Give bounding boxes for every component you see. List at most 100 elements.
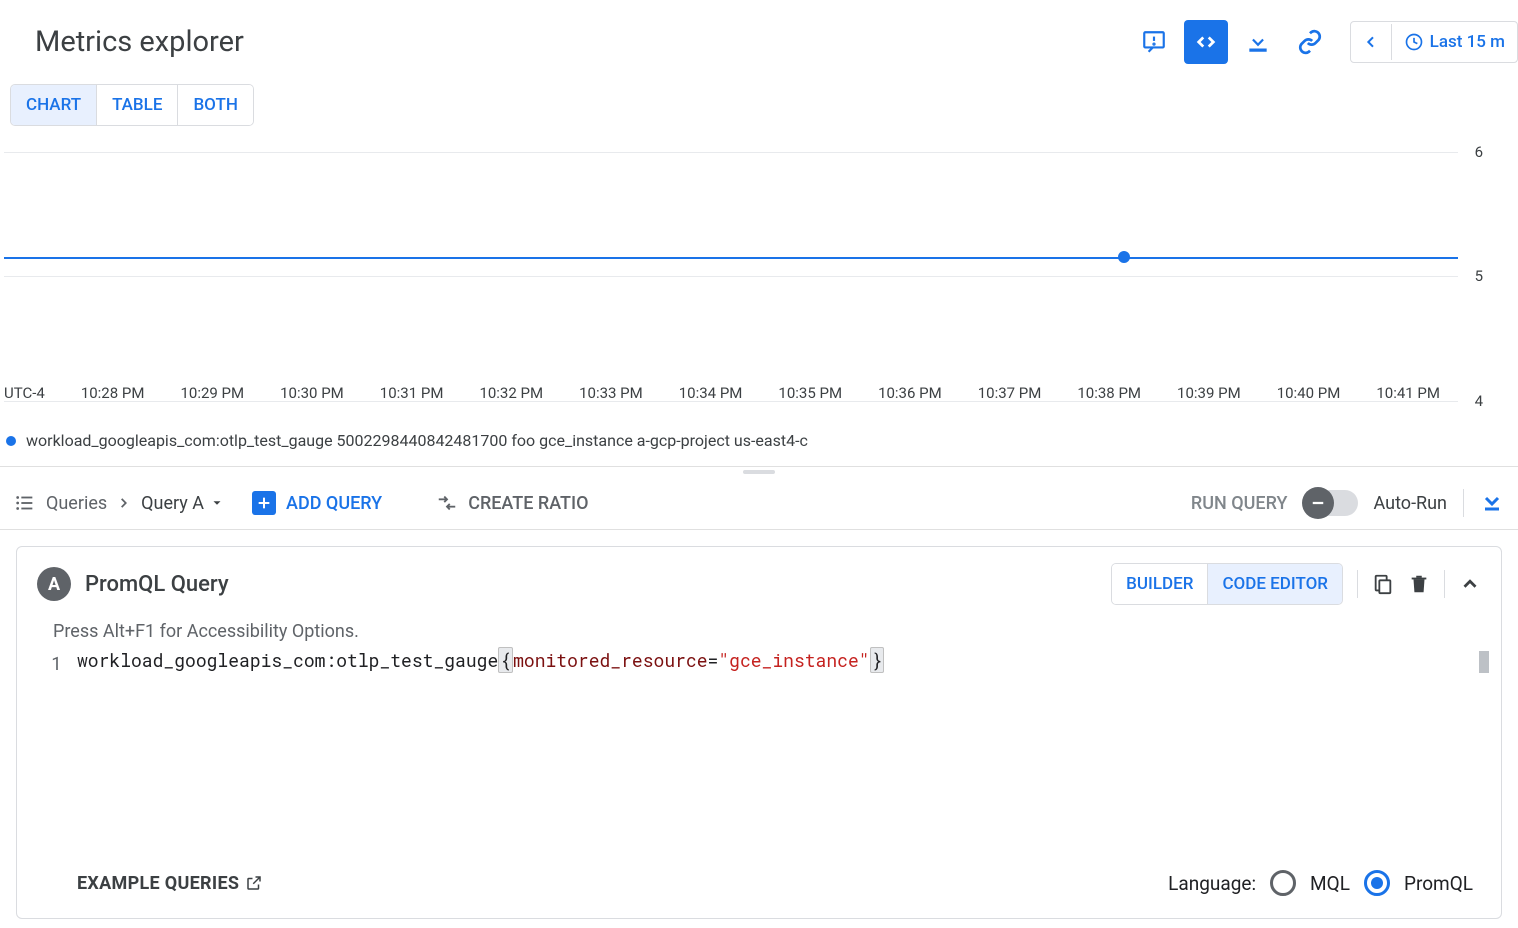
builder-mode-button[interactable]: BUILDER <box>1112 564 1208 604</box>
radio-mql-label: MQL <box>1310 872 1350 895</box>
view-toggle: CHART TABLE BOTH <box>10 84 254 126</box>
query-toolbar-right: RUN QUERY Auto-Run <box>1191 489 1504 517</box>
separator <box>1357 570 1358 598</box>
scroll-indicator <box>1479 651 1489 673</box>
brace-open: { <box>498 647 513 673</box>
time-prev-button[interactable] <box>1351 24 1392 60</box>
create-ratio-label: CREATE RATIO <box>468 493 588 514</box>
resize-handle[interactable] <box>0 467 1518 477</box>
chart-plot[interactable] <box>4 137 1458 387</box>
copy-icon <box>1372 573 1394 595</box>
example-queries-label: EXAMPLE QUERIES <box>77 873 239 894</box>
query-selector-label: Query A <box>141 493 204 514</box>
x-tick: 10:38 PM <box>1059 384 1159 402</box>
query-selector[interactable]: Query A <box>141 493 224 514</box>
view-toggle-row: CHART TABLE BOTH <box>0 84 1518 137</box>
language-picker: Language: MQL PromQL <box>1168 870 1473 896</box>
code-metric: workload_googleapis_com:otlp_test_gauge <box>77 648 498 672</box>
y-tick: 6 <box>1475 143 1483 161</box>
tab-table[interactable]: TABLE <box>97 85 178 125</box>
panel-title: PromQL Query <box>85 572 229 597</box>
x-tick: 10:32 PM <box>461 384 561 402</box>
accessibility-hint: Press Alt+F1 for Accessibility Options. <box>17 621 1501 648</box>
legend-swatch <box>6 436 16 446</box>
run-query-button[interactable]: RUN QUERY <box>1191 493 1288 514</box>
external-link-icon <box>245 874 263 892</box>
tab-chart[interactable]: CHART <box>11 85 97 125</box>
chevron-up-icon <box>1459 573 1481 595</box>
query-badge: A <box>37 567 71 601</box>
code-eq: = <box>708 648 719 672</box>
query-toolbar-left: Queries Query A ADD QUERY CREATE RATIO <box>14 491 589 515</box>
separator <box>1444 570 1445 598</box>
x-tick: 10:35 PM <box>760 384 860 402</box>
time-range-label: Last 15 m <box>1424 32 1505 52</box>
timezone-label: UTC-4 <box>4 384 63 402</box>
add-query-label: ADD QUERY <box>286 493 382 514</box>
tab-both[interactable]: BOTH <box>178 85 252 125</box>
radio-mql[interactable] <box>1270 870 1296 896</box>
time-range-picker: Last 15 m <box>1350 21 1518 63</box>
series-line <box>4 257 1458 259</box>
create-ratio-button[interactable]: CREATE RATIO <box>436 492 588 514</box>
language-label: Language: <box>1168 872 1256 895</box>
copy-button[interactable] <box>1372 573 1394 595</box>
y-tick: 5 <box>1475 267 1483 285</box>
x-tick: 10:28 PM <box>63 384 163 402</box>
query-editor-panel: A PromQL Query BUILDER CODE EDITOR Press… <box>16 546 1502 919</box>
code-editor[interactable]: 1 workload_googleapis_com:otlp_test_gaug… <box>17 648 1501 848</box>
x-tick: 10:40 PM <box>1259 384 1359 402</box>
x-tick: 10:33 PM <box>561 384 661 402</box>
header: Metrics explorer Last 15 m <box>0 0 1518 84</box>
switch-knob <box>1302 487 1334 519</box>
page-title: Metrics explorer <box>35 25 244 59</box>
x-tick: 10:29 PM <box>162 384 262 402</box>
code-line: workload_googleapis_com:otlp_test_gauge{… <box>77 648 884 848</box>
add-query-button[interactable]: ADD QUERY <box>252 491 382 515</box>
code-value: "gce_instance" <box>718 648 869 672</box>
x-tick: 10:31 PM <box>362 384 462 402</box>
radio-promql[interactable] <box>1364 870 1390 896</box>
panel-header: A PromQL Query BUILDER CODE EDITOR <box>17 547 1501 621</box>
y-tick: 4 <box>1475 392 1483 410</box>
chevron-right-icon <box>117 496 131 510</box>
code-icon[interactable] <box>1184 20 1228 64</box>
query-toolbar: Queries Query A ADD QUERY CREATE RATIO R… <box>0 477 1518 530</box>
link-icon[interactable] <box>1288 20 1332 64</box>
feedback-icon[interactable] <box>1132 20 1176 64</box>
panel-header-right: BUILDER CODE EDITOR <box>1111 563 1481 605</box>
code-attr: monitored_resource <box>513 648 707 672</box>
delete-button[interactable] <box>1408 573 1430 595</box>
queries-label: Queries <box>46 493 107 514</box>
x-tick: 10:37 PM <box>960 384 1060 402</box>
x-tick: 10:34 PM <box>661 384 761 402</box>
header-actions: Last 15 m <box>1132 20 1518 64</box>
brace-close: } <box>870 647 885 673</box>
code-editor-mode-button[interactable]: CODE EDITOR <box>1208 564 1342 604</box>
autorun-toggle[interactable] <box>1304 490 1358 516</box>
example-queries-link[interactable]: EXAMPLE QUERIES <box>77 873 263 894</box>
ratio-icon <box>436 492 458 514</box>
caret-down-icon <box>210 496 224 510</box>
collapse-panel-button[interactable] <box>1459 573 1481 595</box>
chart-legend: workload_googleapis_com:otlp_test_gauge … <box>0 427 1518 467</box>
collapse-all-button[interactable] <box>1480 491 1504 515</box>
list-icon <box>14 492 36 514</box>
x-axis: UTC-4 10:28 PM 10:29 PM 10:30 PM 10:31 P… <box>4 384 1458 402</box>
line-number: 1 <box>51 648 77 848</box>
legend-label: workload_googleapis_com:otlp_test_gauge … <box>26 431 808 450</box>
radio-promql-label: PromQL <box>1404 872 1473 895</box>
x-tick: 10:39 PM <box>1159 384 1259 402</box>
download-icon[interactable] <box>1236 20 1280 64</box>
chart-area: 6 5 4 UTC-4 10:28 PM 10:29 PM 10:30 PM 1… <box>0 137 1518 427</box>
time-range-button[interactable]: Last 15 m <box>1392 22 1517 62</box>
separator <box>1463 489 1464 517</box>
x-tick: 10:36 PM <box>860 384 960 402</box>
trash-icon <box>1408 573 1430 595</box>
x-tick: 10:41 PM <box>1358 384 1458 402</box>
series-marker <box>1118 251 1130 263</box>
x-tick: 10:30 PM <box>262 384 362 402</box>
plus-icon <box>252 491 276 515</box>
panel-footer: EXAMPLE QUERIES Language: MQL PromQL <box>17 848 1501 918</box>
clock-icon <box>1404 32 1424 52</box>
